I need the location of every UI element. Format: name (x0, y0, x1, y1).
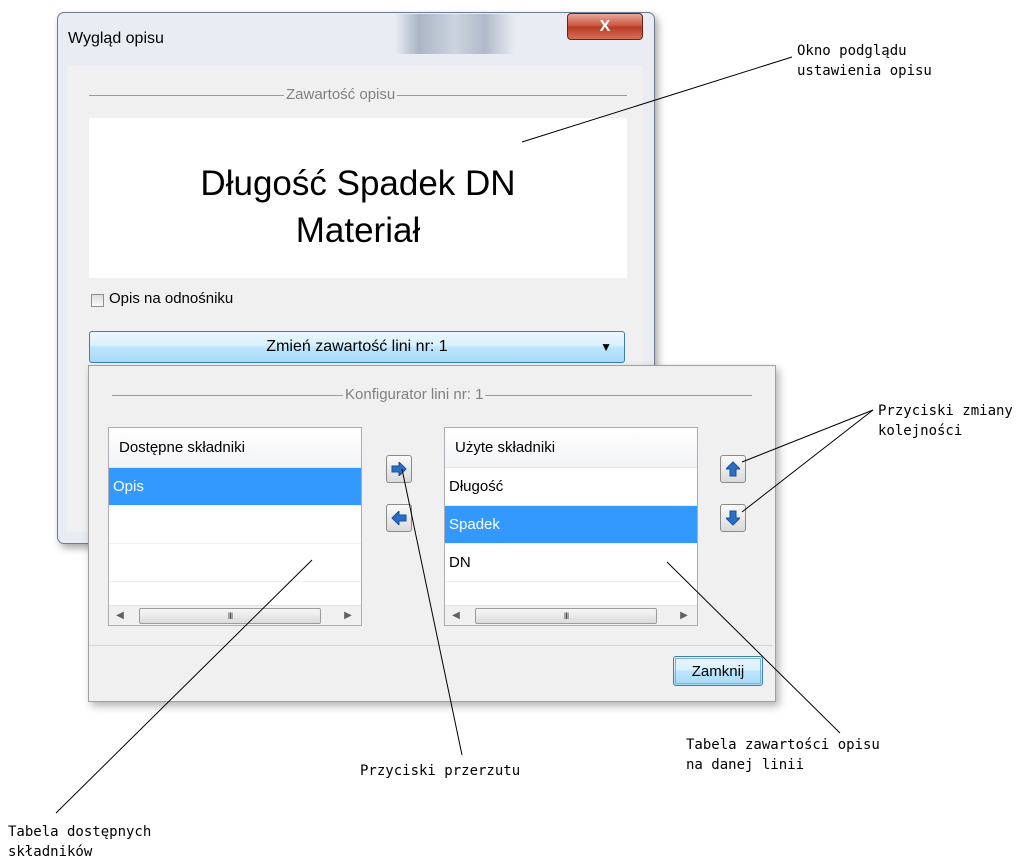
annotation-line: Przyciski zmiany (878, 403, 1013, 419)
annotation-available-table: Tabela dostępnych składników (8, 822, 151, 862)
leader-order-up (741, 409, 874, 463)
annotation-line: składników (8, 844, 93, 860)
annotation-transfer-buttons: Przyciski przerzutu (360, 761, 520, 781)
leader-used-table (666, 561, 841, 734)
annotation-line: na danej linii (686, 757, 805, 773)
leader-preview-window (521, 56, 793, 143)
annotation-line: ustawienia opisu (797, 63, 932, 79)
annotation-line: Tabela dostępnych (8, 824, 152, 840)
leader-available-table (55, 559, 313, 814)
annotation-line: Okno podglądu (797, 43, 907, 59)
annotation-line: Tabela zawartości opisu (686, 737, 880, 753)
leader-transfer-buttons (401, 468, 463, 756)
annotation-used-table: Tabela zawartości opisu na danej linii (686, 735, 880, 775)
annotation-preview-window: Okno podglądu ustawienia opisu (797, 41, 932, 81)
annotation-order-buttons: Przyciski zmiany kolejności (878, 401, 1013, 441)
leader-order-down (741, 409, 874, 513)
annotation-line: kolejności (878, 423, 963, 439)
annotation-line: Przyciski przerzutu (360, 763, 521, 779)
